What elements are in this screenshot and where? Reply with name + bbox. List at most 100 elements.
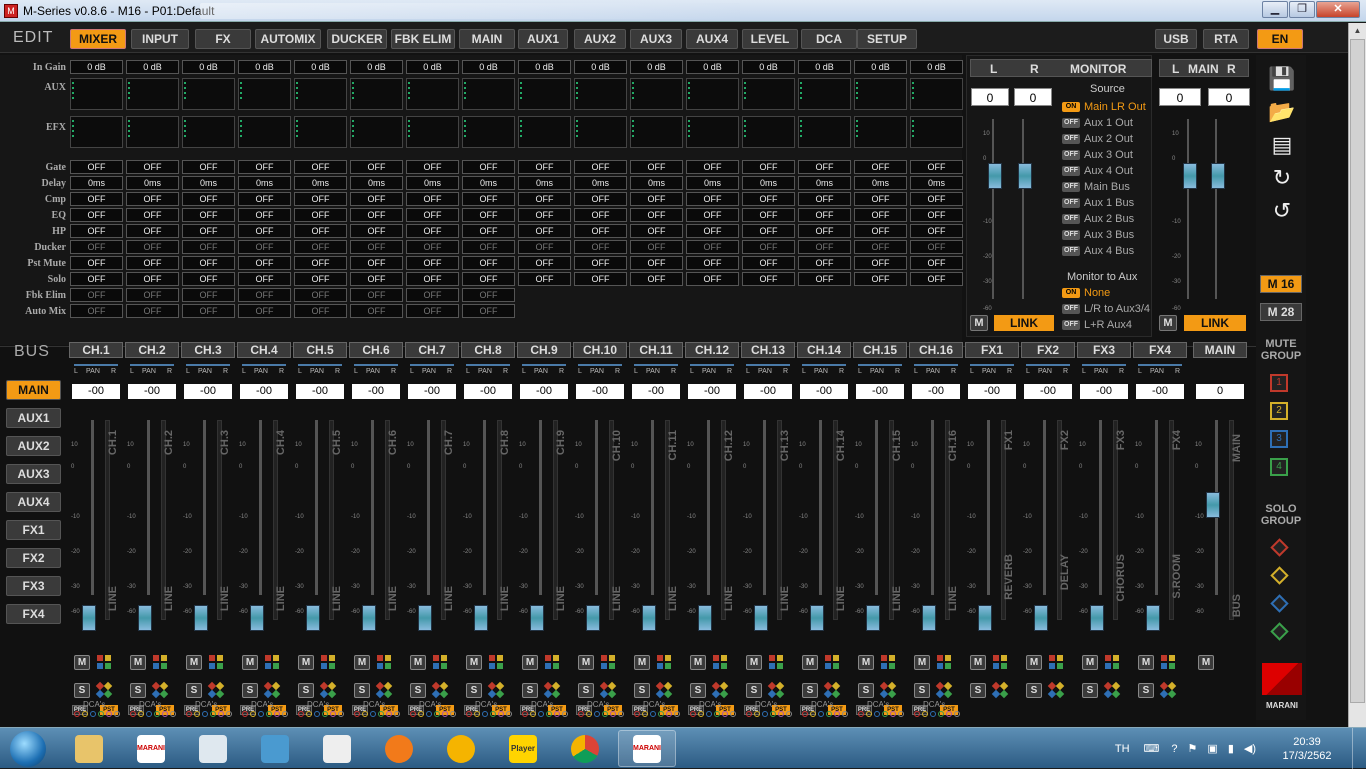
pan-slider[interactable] <box>1138 364 1182 366</box>
ch-5-auto-mix-cell[interactable]: OFF <box>294 304 347 318</box>
monitor-r-value[interactable]: 0 <box>1014 88 1052 106</box>
mute-group-1[interactable]: 1 <box>1270 374 1288 392</box>
flag-icon[interactable]: ⚑ <box>1188 742 1198 755</box>
pan-value-box[interactable]: -00 <box>968 384 1016 399</box>
show-desktop-button[interactable] <box>1352 728 1366 769</box>
strip-name-label[interactable]: CH.7 <box>405 342 459 358</box>
strip-name-label[interactable]: CH.2 <box>125 342 179 358</box>
ch-5-ducker-cell[interactable]: OFF <box>294 240 347 254</box>
pan-slider[interactable] <box>354 364 398 366</box>
main-mute-button[interactable]: M <box>1159 315 1177 331</box>
channel-fader[interactable] <box>306 605 320 631</box>
efx-send-box[interactable] <box>742 116 795 148</box>
channel-fader[interactable] <box>586 605 600 631</box>
in-gain-cell[interactable]: 0 dB <box>686 60 739 74</box>
dca-dot[interactable] <box>394 711 400 717</box>
dca-dot[interactable] <box>522 711 528 717</box>
dca-dot[interactable] <box>578 711 584 717</box>
strip-name-label[interactable]: CH.6 <box>349 342 403 358</box>
aux-send-box[interactable] <box>406 78 459 110</box>
ch-7-eq-cell[interactable]: OFF <box>406 208 459 222</box>
ch-1-fbk-elim-cell[interactable]: OFF <box>70 288 123 302</box>
pan-value-box[interactable]: -00 <box>688 384 736 399</box>
bus-fx3-button[interactable]: FX3 <box>6 576 61 596</box>
bus-aux4-button[interactable]: AUX4 <box>6 492 61 512</box>
channel-fader[interactable] <box>250 605 264 631</box>
efx-send-box[interactable] <box>910 116 963 148</box>
in-gain-cell[interactable]: 0 dB <box>574 60 627 74</box>
efx-send-box[interactable] <box>798 116 851 148</box>
ch-3-hp-cell[interactable]: OFF <box>182 224 235 238</box>
bus-fx1-button[interactable]: FX1 <box>6 520 61 540</box>
dca-dot[interactable] <box>810 711 816 717</box>
monitor-mute-button[interactable]: M <box>970 315 988 331</box>
ch-2-auto-mix-cell[interactable]: OFF <box>126 304 179 318</box>
ch-9-cmp-cell[interactable]: OFF <box>518 192 571 206</box>
ch-5-fbk-elim-cell[interactable]: OFF <box>294 288 347 302</box>
pan-slider[interactable] <box>1082 364 1126 366</box>
ch-2-gate-cell[interactable]: OFF <box>126 160 179 174</box>
chrome-task[interactable] <box>556 730 614 767</box>
ch-14-pst-mute-cell[interactable]: OFF <box>798 256 851 270</box>
ch-1-pst-mute-cell[interactable]: OFF <box>70 256 123 270</box>
ch-14-cmp-cell[interactable]: OFF <box>798 192 851 206</box>
channel-fader[interactable] <box>1034 605 1048 631</box>
ch-15-hp-cell[interactable]: OFF <box>854 224 907 238</box>
ch-16-cmp-cell[interactable]: OFF <box>910 192 963 206</box>
ch-16-pst-mute-cell[interactable]: OFF <box>910 256 963 270</box>
bus-fx4-button[interactable]: FX4 <box>6 604 61 624</box>
solo-button[interactable]: S <box>354 683 370 698</box>
pan-value-box[interactable]: -00 <box>912 384 960 399</box>
ch-11-pst-mute-cell[interactable]: OFF <box>630 256 683 270</box>
solo-button[interactable]: S <box>970 683 986 698</box>
dca-dot[interactable] <box>322 711 328 717</box>
ch-1-ducker-cell[interactable]: OFF <box>70 240 123 254</box>
ch-8-gate-cell[interactable]: OFF <box>462 160 515 174</box>
dca-dot[interactable] <box>890 711 896 717</box>
strip-name-label[interactable]: FX1 <box>965 342 1019 358</box>
dca-dot[interactable] <box>546 711 552 717</box>
bus-fx2-button[interactable]: FX2 <box>6 548 61 568</box>
maximize-button[interactable]: ❐ <box>1289 1 1315 18</box>
ch-10-eq-cell[interactable]: OFF <box>574 208 627 222</box>
mute-button[interactable]: M <box>242 655 258 670</box>
mute-button[interactable]: M <box>970 655 986 670</box>
ch-13-cmp-cell[interactable]: OFF <box>742 192 795 206</box>
ch-8-eq-cell[interactable]: OFF <box>462 208 515 222</box>
dca-dot[interactable] <box>306 711 312 717</box>
main-r-value[interactable]: 0 <box>1208 88 1250 106</box>
pan-value-box[interactable]: -00 <box>1136 384 1184 399</box>
ch-4-ducker-cell[interactable]: OFF <box>238 240 291 254</box>
solo-button[interactable]: S <box>74 683 90 698</box>
dca-dot[interactable] <box>586 711 592 717</box>
ch-14-gate-cell[interactable]: OFF <box>798 160 851 174</box>
ch-7-auto-mix-cell[interactable]: OFF <box>406 304 459 318</box>
mute-button[interactable]: M <box>1082 655 1098 670</box>
dca-dot[interactable] <box>386 711 392 717</box>
ch-1-eq-cell[interactable]: OFF <box>70 208 123 222</box>
dca-dot[interactable] <box>826 711 832 717</box>
ch-16-hp-cell[interactable]: OFF <box>910 224 963 238</box>
ch-9-pst-mute-cell[interactable]: OFF <box>518 256 571 270</box>
scrollbar[interactable]: ▲ <box>1348 23 1366 727</box>
solo-button[interactable]: S <box>858 683 874 698</box>
dca-dot[interactable] <box>610 711 616 717</box>
in-gain-cell[interactable]: 0 dB <box>294 60 347 74</box>
strip-name-label[interactable]: CH.15 <box>853 342 907 358</box>
mute-button[interactable]: M <box>1138 655 1154 670</box>
ch-1-delay-cell[interactable]: 0ms <box>70 176 123 190</box>
strip-name-label[interactable]: MAIN <box>1193 342 1247 358</box>
mute-button[interactable]: M <box>130 655 146 670</box>
dca-dot[interactable] <box>914 711 920 717</box>
top-rta-button[interactable]: RTA <box>1203 29 1249 49</box>
ch-7-cmp-cell[interactable]: OFF <box>406 192 459 206</box>
channel-fader[interactable] <box>978 605 992 631</box>
pan-value-box[interactable]: -00 <box>72 384 120 399</box>
solo-button[interactable]: S <box>634 683 650 698</box>
pan-slider[interactable] <box>186 364 230 366</box>
strip-name-label[interactable]: FX3 <box>1077 342 1131 358</box>
strip-name-label[interactable]: CH.8 <box>461 342 515 358</box>
ch-13-gate-cell[interactable]: OFF <box>742 160 795 174</box>
ch-9-ducker-cell[interactable]: OFF <box>518 240 571 254</box>
dca-dot[interactable] <box>474 711 480 717</box>
